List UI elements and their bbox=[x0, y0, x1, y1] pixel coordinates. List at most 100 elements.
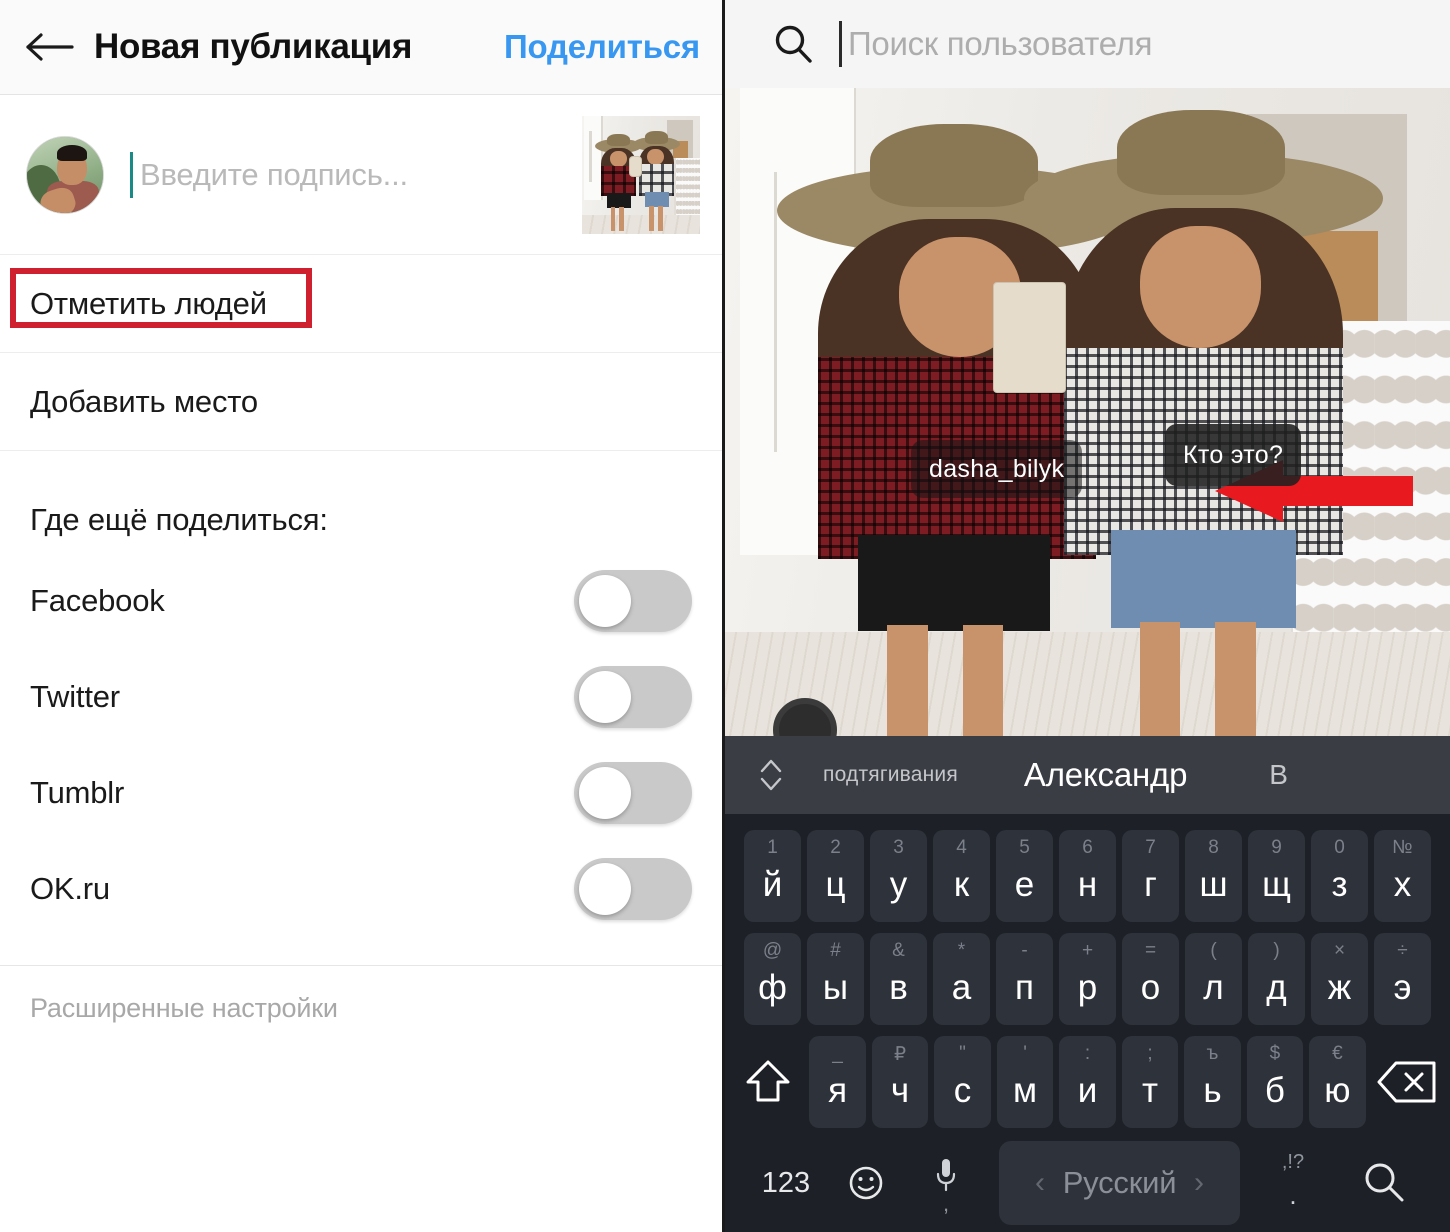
microphone-icon[interactable]: , bbox=[903, 1141, 989, 1225]
key-ж[interactable]: × ж bbox=[1311, 932, 1368, 1025]
key-label: ш bbox=[1199, 864, 1228, 904]
key-sup: € bbox=[1332, 1042, 1343, 1064]
post-thumbnail[interactable] bbox=[582, 115, 700, 234]
search-input[interactable]: Поиск пользователя bbox=[839, 21, 1450, 67]
key-щ[interactable]: 9щ bbox=[1248, 829, 1305, 922]
keyboard-row-1: 1й 2ц 3у 4к 5е 6н 7г 8ш 9щ 0з № х bbox=[729, 824, 1446, 927]
key-sup: № bbox=[1392, 836, 1413, 858]
key-label: е bbox=[1014, 864, 1035, 904]
back-arrow-icon[interactable] bbox=[22, 25, 78, 69]
key-ь[interactable]: ъь bbox=[1184, 1035, 1241, 1128]
key-в[interactable]: & в bbox=[870, 932, 927, 1025]
key-д[interactable]: ) д bbox=[1248, 932, 1305, 1025]
key-label: ч bbox=[890, 1070, 910, 1110]
share-button[interactable]: Поделиться bbox=[504, 28, 700, 66]
key-ч[interactable]: ₽ ч bbox=[871, 1035, 929, 1128]
key-sup: - bbox=[1021, 939, 1028, 961]
menu-item-tag-people[interactable]: Отметить людей bbox=[0, 255, 722, 353]
key-label: и bbox=[1077, 1070, 1098, 1110]
key-sup: 3 bbox=[893, 836, 904, 858]
share-toggle-twitter[interactable]: Twitter bbox=[0, 649, 722, 745]
shift-arrow-icon[interactable] bbox=[729, 1036, 806, 1128]
share-toggle-tumblr[interactable]: Tumblr bbox=[0, 745, 722, 841]
key-п[interactable]: -п bbox=[996, 932, 1053, 1025]
key-sup: 5 bbox=[1019, 836, 1030, 858]
share-toggle-facebook[interactable]: Facebook bbox=[0, 553, 722, 649]
menu-item-add-location[interactable]: Добавить место bbox=[0, 353, 722, 451]
search-icon[interactable] bbox=[1336, 1159, 1432, 1207]
spacebar-key[interactable]: ‹ Русский › bbox=[999, 1141, 1240, 1225]
suggestion-2[interactable]: Александр bbox=[1024, 756, 1188, 794]
key-к[interactable]: 4к bbox=[933, 829, 990, 922]
key-ы[interactable]: # ы bbox=[807, 932, 864, 1025]
key-sup: 6 bbox=[1082, 836, 1093, 858]
chevron-up-down-icon[interactable] bbox=[751, 753, 791, 797]
key-г[interactable]: 7г bbox=[1122, 829, 1179, 922]
share-section-title: Где ещё поделиться: bbox=[30, 502, 328, 537]
key-о[interactable]: = о bbox=[1122, 932, 1179, 1025]
key-sup: ) bbox=[1273, 939, 1280, 961]
tagging-photo[interactable]: dasha_bilyk Кто это? bbox=[725, 88, 1450, 736]
key-label: м bbox=[1012, 1070, 1038, 1110]
key-л[interactable]: (л bbox=[1185, 932, 1242, 1025]
punctuation-key[interactable]: ,!? . bbox=[1250, 1141, 1336, 1225]
chevron-left-icon[interactable]: ‹ bbox=[1035, 1166, 1045, 1200]
key-label: т bbox=[1141, 1070, 1158, 1110]
chevron-right-icon[interactable]: › bbox=[1194, 1166, 1204, 1200]
key-label: ц bbox=[825, 864, 846, 904]
user-search-bar[interactable]: Поиск пользователя bbox=[725, 0, 1450, 88]
key-х[interactable]: № х bbox=[1374, 829, 1431, 922]
tag-people-panel: Поиск пользователя dasha_bilyk Кто это? … bbox=[725, 0, 1450, 1232]
key-а[interactable]: * а bbox=[933, 932, 990, 1025]
key-н[interactable]: 6н bbox=[1059, 829, 1116, 922]
emoji-smiley-icon[interactable] bbox=[829, 1161, 903, 1205]
photo-tag-who-is-this[interactable]: Кто это? bbox=[1165, 424, 1302, 486]
suggestion-1[interactable]: подтягивания bbox=[823, 763, 958, 787]
punctuation-label: . bbox=[1289, 1180, 1297, 1210]
key-sup: ъ bbox=[1206, 1042, 1219, 1064]
numeric-mode-key[interactable]: 123 bbox=[743, 1167, 829, 1200]
key-э[interactable]: ÷ э bbox=[1374, 932, 1431, 1025]
key-label: э bbox=[1393, 967, 1412, 1007]
key-м[interactable]: ' м bbox=[996, 1035, 1054, 1128]
key-ф[interactable]: @ ф bbox=[744, 932, 801, 1025]
key-й[interactable]: 1й bbox=[744, 829, 801, 922]
user-avatar[interactable] bbox=[26, 135, 104, 214]
key-sup: 2 bbox=[830, 836, 841, 858]
search-icon bbox=[771, 22, 815, 66]
advanced-settings-link[interactable]: Расширенные настройки bbox=[0, 966, 722, 1050]
key-и[interactable]: :и bbox=[1059, 1035, 1116, 1128]
key-с[interactable]: " с bbox=[934, 1035, 991, 1128]
toggle-switch-tumblr[interactable] bbox=[574, 762, 692, 824]
key-т[interactable]: ; т bbox=[1121, 1035, 1179, 1128]
key-label: к bbox=[953, 864, 970, 904]
backspace-icon[interactable] bbox=[1369, 1036, 1446, 1128]
key-б[interactable]: $ б bbox=[1246, 1035, 1304, 1128]
key-sup: ; bbox=[1147, 1042, 1153, 1064]
key-я[interactable]: _ я bbox=[809, 1035, 866, 1128]
toggle-switch-twitter[interactable] bbox=[574, 666, 692, 728]
caption-input[interactable]: Введите подпись... bbox=[130, 145, 564, 205]
suggestion-3[interactable]: В bbox=[1269, 759, 1288, 791]
toggle-switch-okru[interactable] bbox=[574, 858, 692, 920]
photo-tag-dasha-bilyk[interactable]: dasha_bilyk bbox=[911, 440, 1083, 498]
key-р[interactable]: + р bbox=[1059, 932, 1116, 1025]
key-sup: ₽ bbox=[893, 1043, 907, 1065]
key-у[interactable]: 3у bbox=[870, 829, 927, 922]
app-screen: Новая публикация Поделиться Введите подп… bbox=[0, 0, 1450, 1232]
toggle-switch-facebook[interactable] bbox=[574, 570, 692, 632]
share-toggle-okru[interactable]: OK.ru bbox=[0, 841, 722, 937]
key-label: у bbox=[889, 864, 908, 904]
punctuation-sup: ,!? bbox=[1281, 1151, 1305, 1173]
key-з[interactable]: 0з bbox=[1311, 829, 1368, 922]
top-app-bar: Новая публикация Поделиться bbox=[0, 0, 722, 95]
key-label: щ bbox=[1262, 864, 1291, 904]
key-label: с bbox=[953, 1070, 972, 1110]
key-е[interactable]: 5е bbox=[996, 829, 1053, 922]
key-ц[interactable]: 2ц bbox=[807, 829, 864, 922]
search-placeholder: Поиск пользователя bbox=[848, 25, 1153, 62]
key-label: ы bbox=[822, 967, 849, 1007]
key-label: р bbox=[1077, 967, 1098, 1007]
key-ш[interactable]: 8ш bbox=[1185, 829, 1242, 922]
key-ю[interactable]: € ю bbox=[1309, 1035, 1366, 1128]
